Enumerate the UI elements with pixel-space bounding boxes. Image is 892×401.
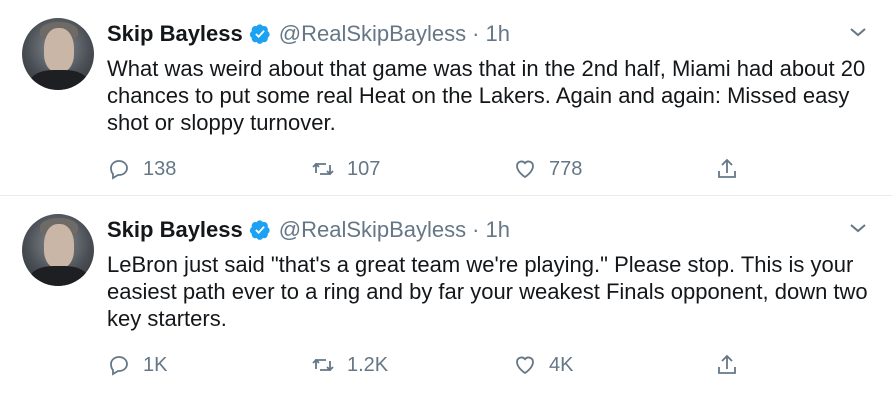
verified-badge-icon (249, 23, 271, 45)
reply-button[interactable]: 138 (107, 154, 176, 184)
tweet-header: Skip Bayless @RealSkipBayless · 1h (107, 216, 510, 244)
tweet-text: What was weird about that game was that … (107, 56, 866, 135)
retweet-icon (312, 358, 334, 372)
like-count: 4K (549, 353, 574, 376)
reply-icon (110, 160, 128, 180)
like-button[interactable]: 4K (513, 350, 573, 380)
tweet[interactable]: Skip Bayless @RealSkipBayless · 1h LeBro… (0, 196, 892, 401)
share-icon (718, 354, 736, 374)
author-handle[interactable]: @RealSkipBayless (279, 216, 466, 244)
avatar-shirt (30, 70, 88, 90)
reply-count: 138 (143, 157, 177, 180)
avatar[interactable] (22, 18, 94, 90)
separator-dot: · (472, 217, 480, 242)
tweet-actions: 1K 1.2K 4K (107, 350, 767, 380)
separator-dot: · (472, 21, 480, 46)
like-count: 778 (549, 157, 583, 180)
reply-count: 1K (143, 353, 168, 376)
retweet-button[interactable]: 1.2K (311, 350, 388, 380)
share-button[interactable] (715, 350, 751, 380)
avatar[interactable] (22, 214, 94, 286)
heart-icon (516, 160, 534, 179)
author-name[interactable]: Skip Bayless (107, 20, 243, 48)
retweet-button[interactable]: 107 (311, 154, 380, 184)
avatar-face (44, 28, 74, 72)
timestamp[interactable]: 1h (486, 216, 510, 244)
author-name[interactable]: Skip Bayless (107, 216, 243, 244)
chevron-down-icon[interactable] (846, 216, 870, 240)
retweet-count: 107 (347, 157, 381, 180)
tweet[interactable]: Skip Bayless @RealSkipBayless · 1h What … (0, 0, 892, 196)
tweet-actions: 138 107 778 (107, 154, 767, 184)
author-handle[interactable]: @RealSkipBayless (279, 20, 466, 48)
like-button[interactable]: 778 (513, 154, 582, 184)
retweet-icon (312, 162, 334, 176)
reply-icon (110, 356, 128, 376)
avatar-shirt (30, 266, 88, 286)
verified-badge-icon (249, 219, 271, 241)
share-button[interactable] (715, 154, 751, 184)
timeline: Skip Bayless @RealSkipBayless · 1h What … (0, 0, 892, 401)
tweet-text: LeBron just said "that's a great team we… (107, 252, 868, 331)
retweet-count: 1.2K (347, 353, 389, 376)
heart-icon (516, 356, 534, 375)
timestamp[interactable]: 1h (486, 20, 510, 48)
reply-button[interactable]: 1K (107, 350, 167, 380)
chevron-down-icon[interactable] (846, 20, 870, 44)
avatar-face (44, 224, 74, 268)
tweet-header: Skip Bayless @RealSkipBayless · 1h (107, 20, 510, 48)
share-icon (718, 158, 736, 178)
